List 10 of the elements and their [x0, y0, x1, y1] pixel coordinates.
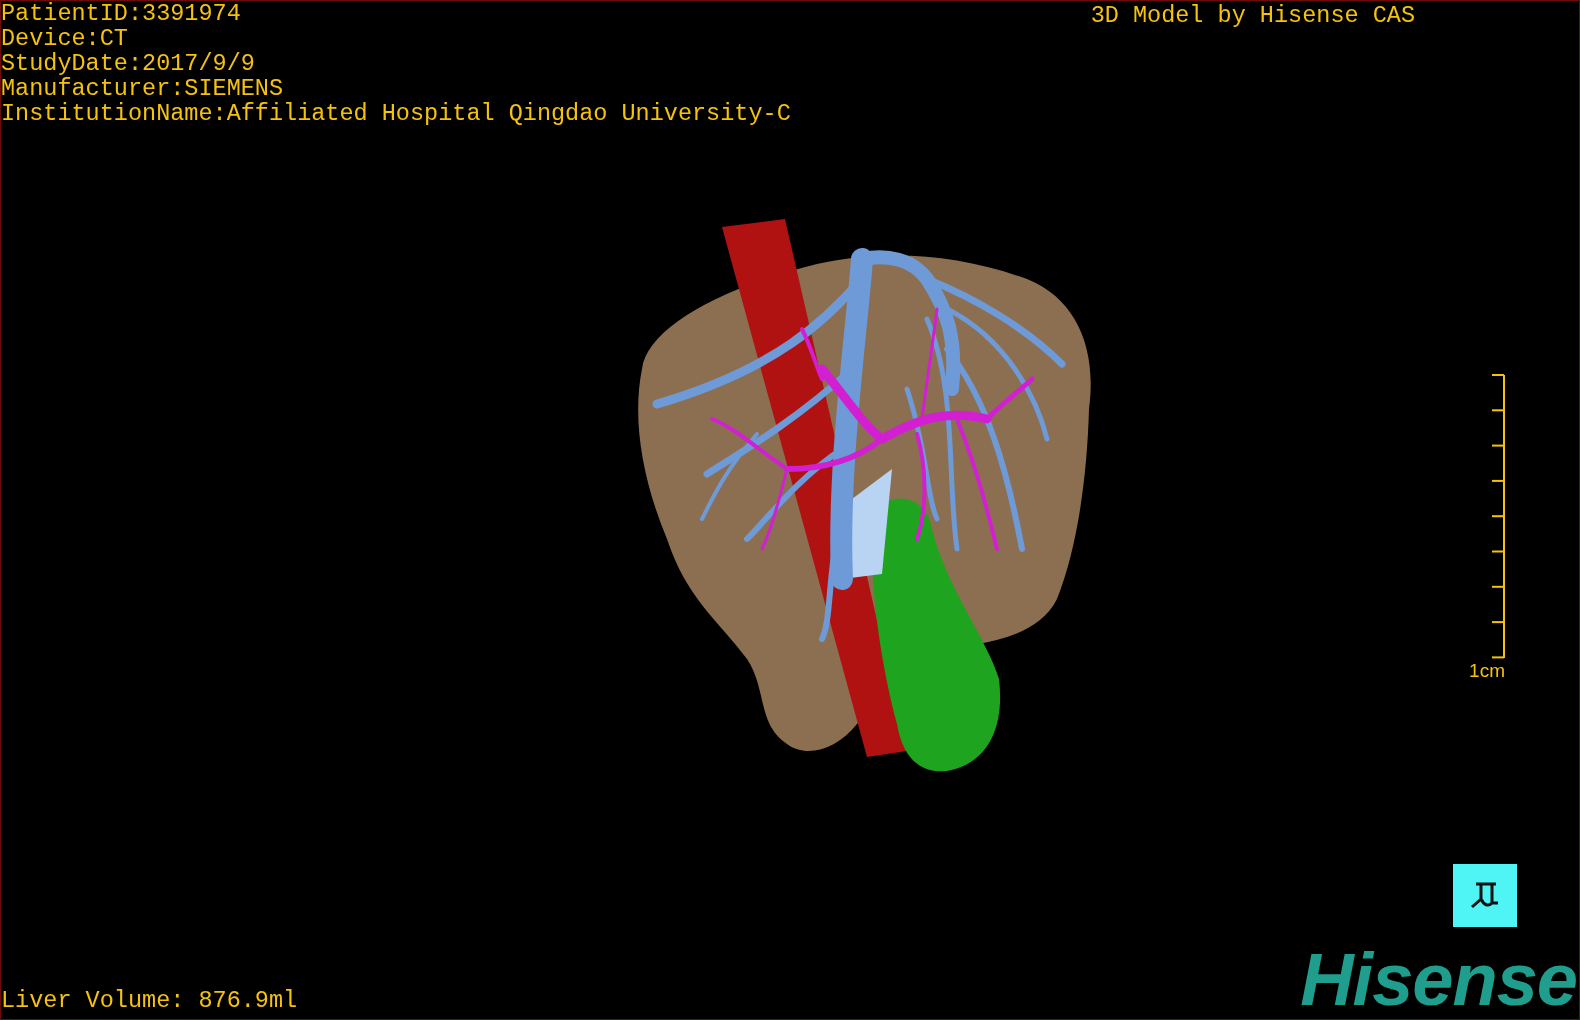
brand-logo: Hisense	[1300, 949, 1577, 1011]
patient-info-line: InstitutionName:Affiliated Hospital Qingdao University-C	[1, 101, 791, 126]
scale-label: 1cm	[1469, 661, 1505, 681]
liver-volume: Liver Volume: 876.9ml	[1, 988, 298, 1013]
patient-info-line: PatientID:3391974	[1, 1, 242, 26]
body-view-button[interactable]	[1453, 864, 1517, 927]
patient-info-line: Device:CT	[1, 26, 129, 51]
patient-info-line: StudyDate:2017/9/9	[1, 51, 256, 76]
viewer-title: 3D Model by Hisense CAS	[1090, 3, 1415, 28]
patient-info-line: Manufacturer:SIEMENS	[1, 76, 285, 101]
